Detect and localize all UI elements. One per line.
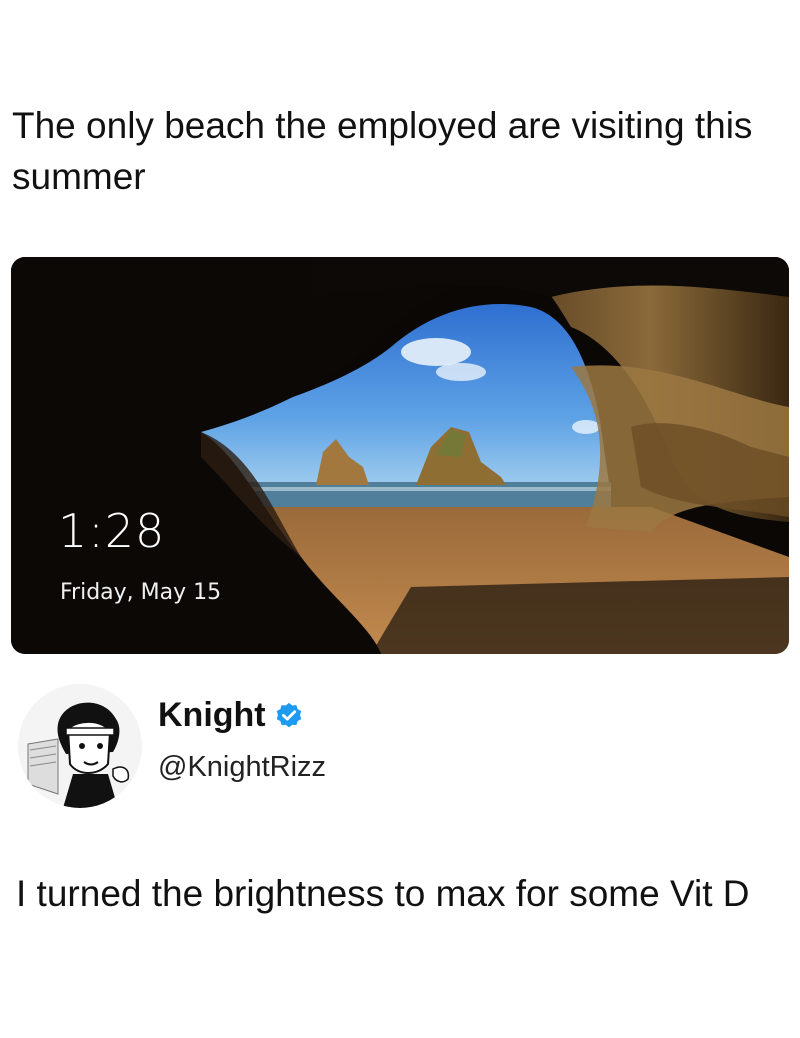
tweet-author: Knight @KnightRizz (18, 684, 788, 814)
user-handle[interactable]: @KnightRizz (158, 751, 326, 784)
post-caption: The only beach the employed are visiting… (12, 105, 753, 197)
display-name-text: Knight (158, 696, 266, 734)
avatar[interactable] (18, 684, 142, 808)
lockscreen-date: Friday, May 15 (60, 580, 222, 605)
lockscreen-time: 1:28 (58, 504, 166, 558)
tweet-text: I turned the brightness to max for some … (16, 873, 750, 914)
display-name[interactable]: Knight (158, 696, 304, 735)
verified-badge-icon (276, 702, 301, 727)
anime-character-avatar (18, 684, 142, 808)
